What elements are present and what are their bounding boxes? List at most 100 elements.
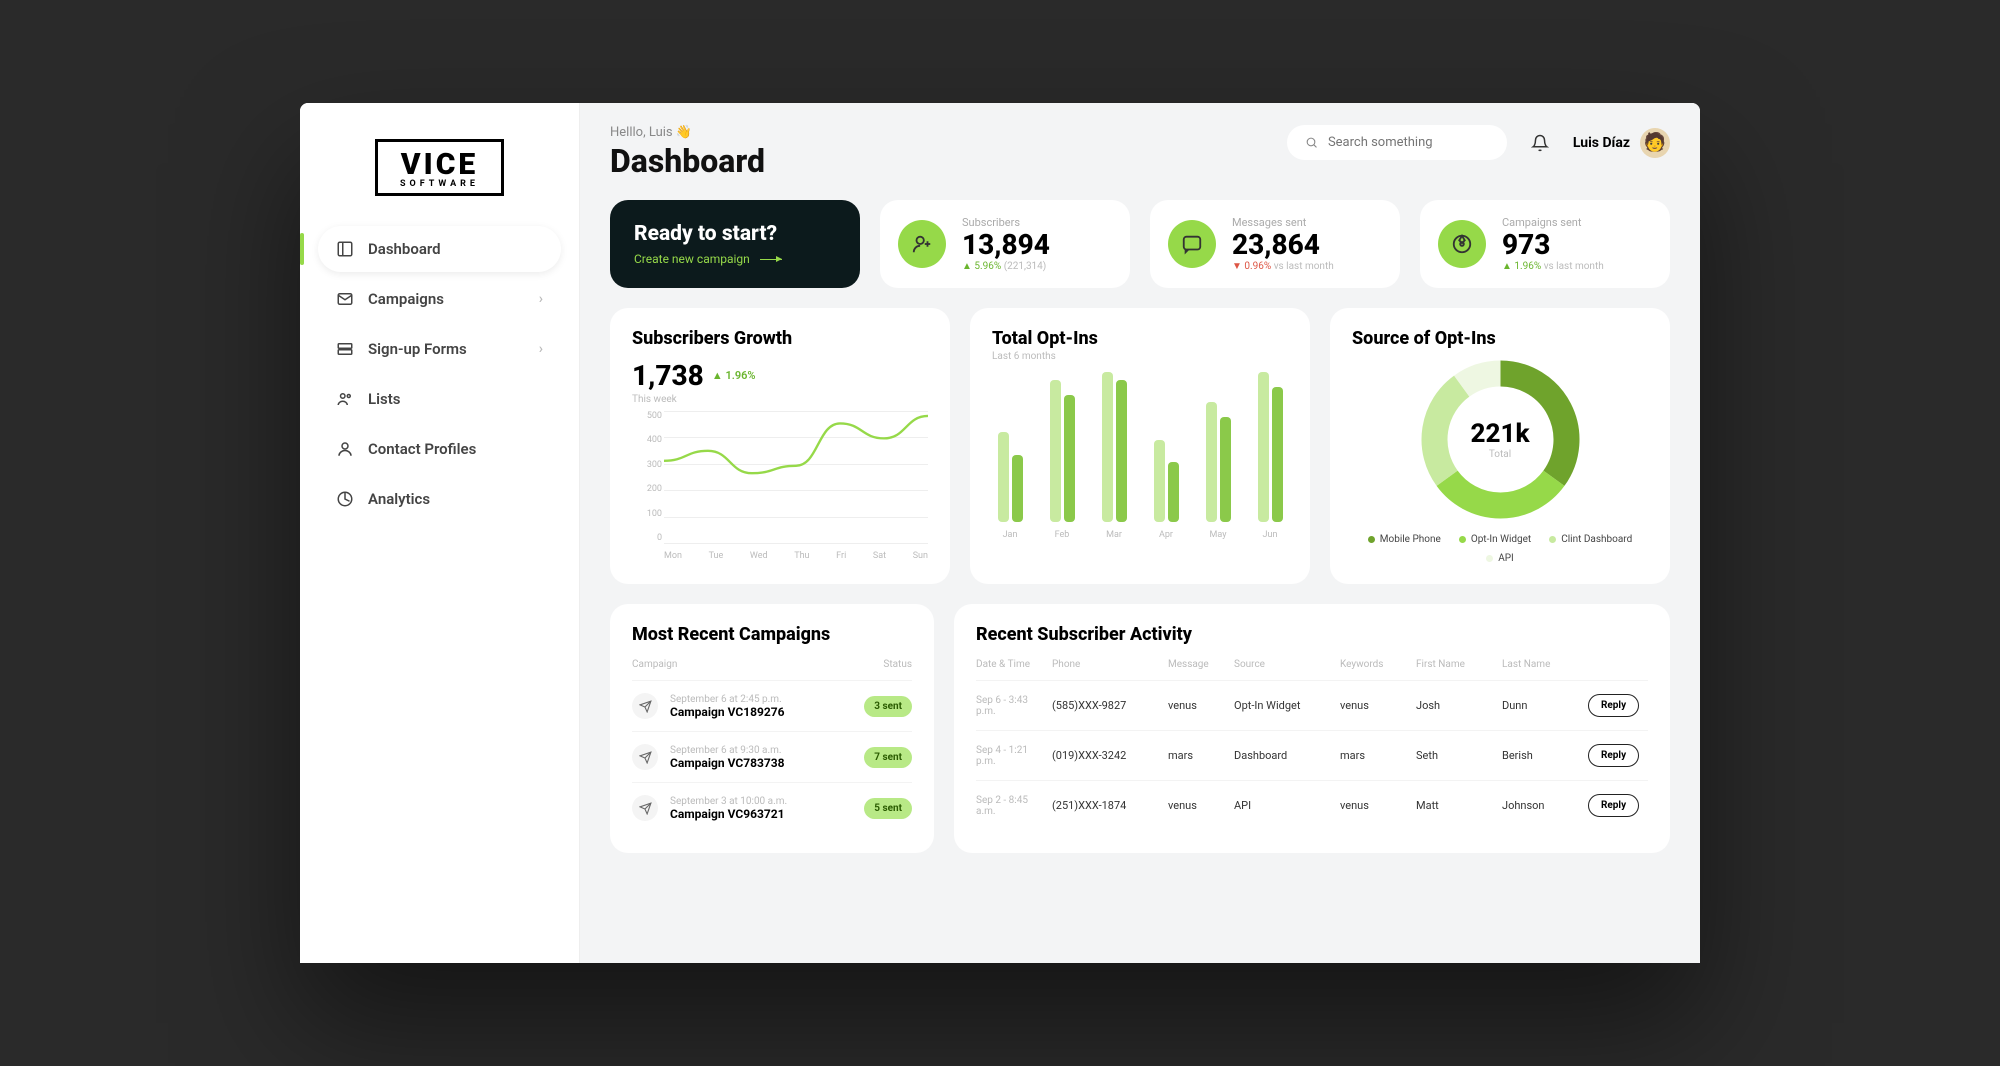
stat-value: 973 [1502, 231, 1604, 259]
campaigns-col-status: Status [842, 659, 912, 670]
line-chart: 5004003002001000 MonTueWedThuFriSatSun [632, 411, 928, 561]
sidebar-item-sign-up-forms[interactable]: Sign-up Forms› [318, 326, 561, 372]
search-input[interactable] [1328, 135, 1489, 150]
bar-jan: Jan [996, 432, 1024, 540]
donut-chart: 221k Total [1418, 357, 1583, 522]
stat-delta: ▲ 5.96% (221,314) [962, 261, 1050, 272]
nav-icon [336, 390, 354, 408]
campaign-name: Campaign VC189276 [670, 705, 864, 719]
recent-campaigns-card: Most Recent Campaigns Campaign Status Se… [610, 604, 934, 853]
activity-lastname: Johnson [1502, 799, 1582, 812]
status-badge: 5 sent [864, 798, 912, 819]
reply-button[interactable]: Reply [1588, 794, 1639, 817]
activity-col: First Name [1416, 659, 1496, 670]
activity-firstname: Matt [1416, 799, 1496, 812]
activity-firstname: Seth [1416, 749, 1496, 762]
greeting: Helllo, Luis 👋 [610, 125, 765, 140]
optins-sub: Last 6 months [992, 351, 1288, 362]
status-badge: 7 sent [864, 747, 912, 768]
chevron-right-icon: › [539, 341, 543, 357]
stat-value: 13,894 [962, 231, 1050, 259]
activity-col: Message [1168, 659, 1228, 670]
activity-phone: (019)XXX-3242 [1052, 749, 1162, 762]
campaign-row[interactable]: September 6 at 9:30 a.m.Campaign VC78373… [632, 731, 912, 782]
send-icon [632, 744, 658, 770]
send-icon [632, 693, 658, 719]
activity-message: mars [1168, 749, 1228, 762]
campaign-date: September 3 at 10:00 a.m. [670, 796, 864, 807]
activity-firstname: Josh [1416, 699, 1496, 712]
chevron-right-icon: › [539, 291, 543, 307]
activity-date: Sep 2 - 8:45 a.m. [976, 795, 1046, 817]
page-title: Dashboard [610, 142, 765, 180]
activity-keywords: venus [1340, 799, 1410, 812]
activity-source: Dashboard [1234, 749, 1334, 762]
sidebar: VICE SOFTWARE DashboardCampaigns›Sign-up… [300, 103, 580, 963]
legend-item: API [1486, 553, 1514, 564]
cta-create-campaign[interactable]: Create new campaign [634, 252, 836, 266]
activity-phone: (585)XXX-9827 [1052, 699, 1162, 712]
activity-source: Opt-In Widget [1234, 699, 1334, 712]
stat-icon [1438, 220, 1486, 268]
nav-icon [336, 440, 354, 458]
activity-date: Sep 4 - 1:21 p.m. [976, 745, 1046, 767]
activity-row: Sep 2 - 8:45 a.m.(251)XXX-1874venusAPIve… [976, 780, 1648, 830]
nav-icon [336, 290, 354, 308]
optins-title: Total Opt-Ins [992, 328, 1288, 349]
legend-item: Clint Dashboard [1549, 534, 1632, 545]
subscribers-growth-title: Subscribers Growth [632, 328, 928, 349]
bar-feb: Feb [1048, 380, 1076, 541]
activity-col: Source [1234, 659, 1334, 670]
activity-title: Recent Subscriber Activity [976, 624, 1648, 645]
bar-mar: Mar [1100, 372, 1128, 540]
sidebar-item-campaigns[interactable]: Campaigns › [318, 276, 561, 322]
user-menu[interactable]: Luis Díaz 🧑 [1573, 128, 1670, 158]
nav-label: Analytics [368, 490, 430, 508]
cta-subtitle: Create new campaign [634, 252, 750, 266]
sidebar-item-analytics[interactable]: Analytics [318, 476, 561, 522]
activity-lastname: Berish [1502, 749, 1582, 762]
donut-legend: Mobile PhoneOpt-In WidgetClint Dashboard… [1352, 534, 1648, 564]
subscribers-growth-sub: This week [632, 394, 928, 405]
campaign-row[interactable]: September 3 at 10:00 a.m.Campaign VC9637… [632, 782, 912, 833]
topbar: Helllo, Luis 👋 Dashboard Luis Díaz 🧑 [610, 125, 1670, 180]
nav-label: Dashboard [368, 240, 441, 258]
activity-col: Phone [1052, 659, 1162, 670]
reply-button[interactable]: Reply [1588, 694, 1639, 717]
bar-jun: Jun [1256, 372, 1284, 540]
bar-may: May [1204, 402, 1232, 540]
stat-card-campaigns-sent: Campaigns sent973▲ 1.96% vs last month [1420, 200, 1670, 288]
stat-delta: ▲ 1.96% vs last month [1502, 261, 1604, 272]
activity-lastname: Dunn [1502, 699, 1582, 712]
bar-apr: Apr [1152, 440, 1180, 541]
donut-label: Total [1489, 449, 1511, 460]
campaign-row[interactable]: September 6 at 2:45 p.m.Campaign VC18927… [632, 680, 912, 731]
nav-label: Campaigns [368, 290, 444, 308]
avatar: 🧑 [1640, 128, 1670, 158]
campaign-date: September 6 at 2:45 p.m. [670, 694, 864, 705]
campaign-date: September 6 at 9:30 a.m. [670, 745, 864, 756]
campaign-name: Campaign VC783738 [670, 756, 864, 770]
cta-title: Ready to start? [634, 222, 836, 246]
cta-card: Ready to start? Create new campaign [610, 200, 860, 288]
sidebar-item-contact-profiles[interactable]: Contact Profiles [318, 426, 561, 472]
activity-message: venus [1168, 699, 1228, 712]
sidebar-item-lists[interactable]: Lists [318, 376, 561, 422]
activity-phone: (251)XXX-1874 [1052, 799, 1162, 812]
bell-icon[interactable] [1531, 134, 1549, 152]
recent-campaigns-title: Most Recent Campaigns [632, 624, 912, 645]
sidebar-item-dashboard[interactable]: Dashboard [318, 226, 561, 272]
stat-value: 23,864 [1232, 231, 1334, 259]
activity-message: venus [1168, 799, 1228, 812]
nav-icon [336, 340, 354, 358]
legend-item: Mobile Phone [1368, 534, 1441, 545]
nav-label: Contact Profiles [368, 440, 476, 458]
stat-icon [898, 220, 946, 268]
search-box[interactable] [1287, 125, 1507, 160]
reply-button[interactable]: Reply [1588, 744, 1639, 767]
activity-keywords: mars [1340, 749, 1410, 762]
activity-row: Sep 4 - 1:21 p.m. (019)XXX-3242 mars Dashbo… [976, 730, 1648, 780]
subscribers-growth-value: 1,738 [632, 359, 704, 392]
activity-col: Keywords [1340, 659, 1410, 670]
activity-col: Last Name [1502, 659, 1582, 670]
